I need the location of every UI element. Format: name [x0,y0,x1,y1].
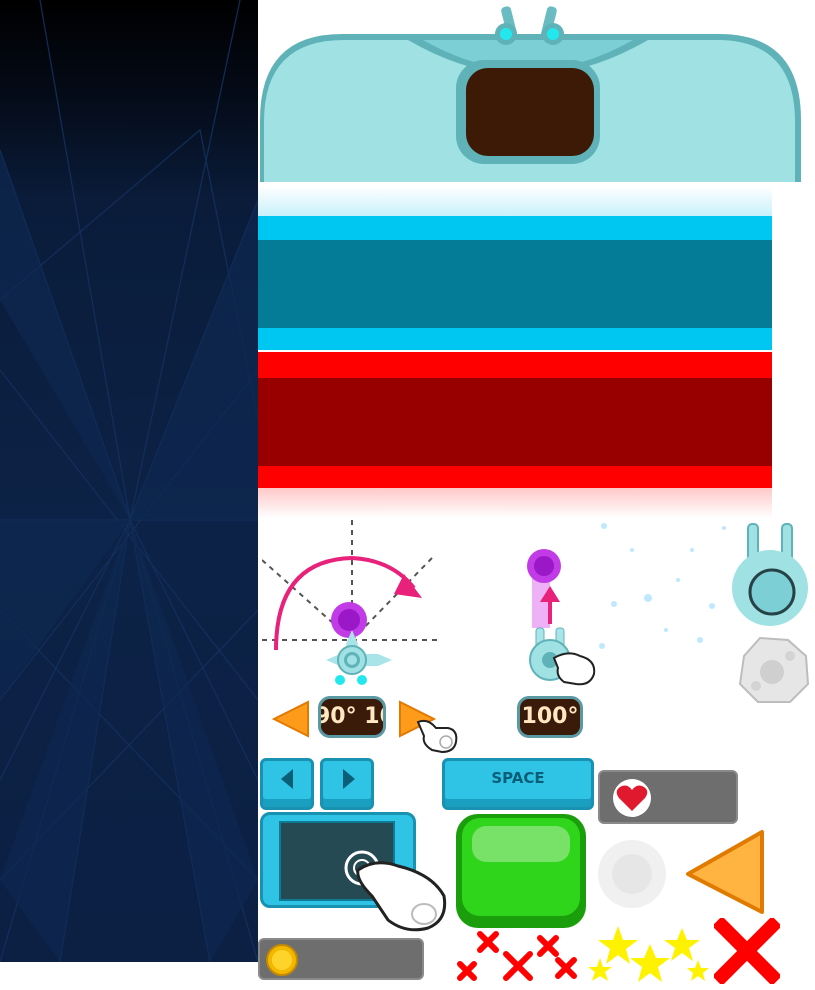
red-band-center [258,378,772,466]
heart-icon [613,779,651,817]
blue-band-edge-top [258,216,772,240]
health-bar [598,770,738,824]
ghost-orb [598,840,666,908]
left-arrow-icon [281,769,293,789]
blue-band-glow-top [258,186,772,216]
angle-badge-left: 90° 100° [318,696,386,738]
pointer-hand-icon [416,719,458,754]
cross-particles [457,931,577,981]
right-key-button[interactable] [320,758,374,810]
fire-button-shine [472,826,570,862]
angle-badge-right: 100° [517,696,583,738]
space-key-button[interactable]: SPACE [442,758,594,810]
left-key-button[interactable] [260,758,314,810]
asteroid [738,636,810,703]
left-arrow-icon[interactable] [684,828,770,916]
sparkle-particles [599,523,726,649]
star-particles [588,926,709,982]
blue-band-center [258,240,772,328]
red-band-edge-bottom [258,466,772,488]
side-turret [732,523,808,626]
cannon-machine-body [260,6,801,182]
plasma-ball-icon [331,602,367,638]
fire-button-face [462,818,580,916]
triangle-pattern [0,0,258,962]
angle-value-right: 100° [521,704,579,729]
star-icon [630,944,670,982]
fire-button[interactable] [456,814,586,928]
close-icon[interactable] [714,918,780,984]
red-band-glow-bottom [258,488,772,518]
coin-icon [266,944,298,976]
background-panel [0,0,258,962]
space-key-label: SPACE [491,769,545,787]
plasma-ball-icon [527,549,561,583]
angle-value-left: 90° 100° [318,704,383,729]
star-icon [687,960,709,981]
right-arrow-icon [343,769,355,789]
coin-bar [258,938,424,980]
red-band-edge-top [258,352,772,378]
left-arrow-icon[interactable] [270,698,312,740]
rotation-tutorial [262,520,442,685]
star-icon [664,928,700,961]
blue-band-edge-bottom [258,328,772,350]
pointer-hand-icon [344,850,447,932]
shoot-tutorial [527,549,596,686]
